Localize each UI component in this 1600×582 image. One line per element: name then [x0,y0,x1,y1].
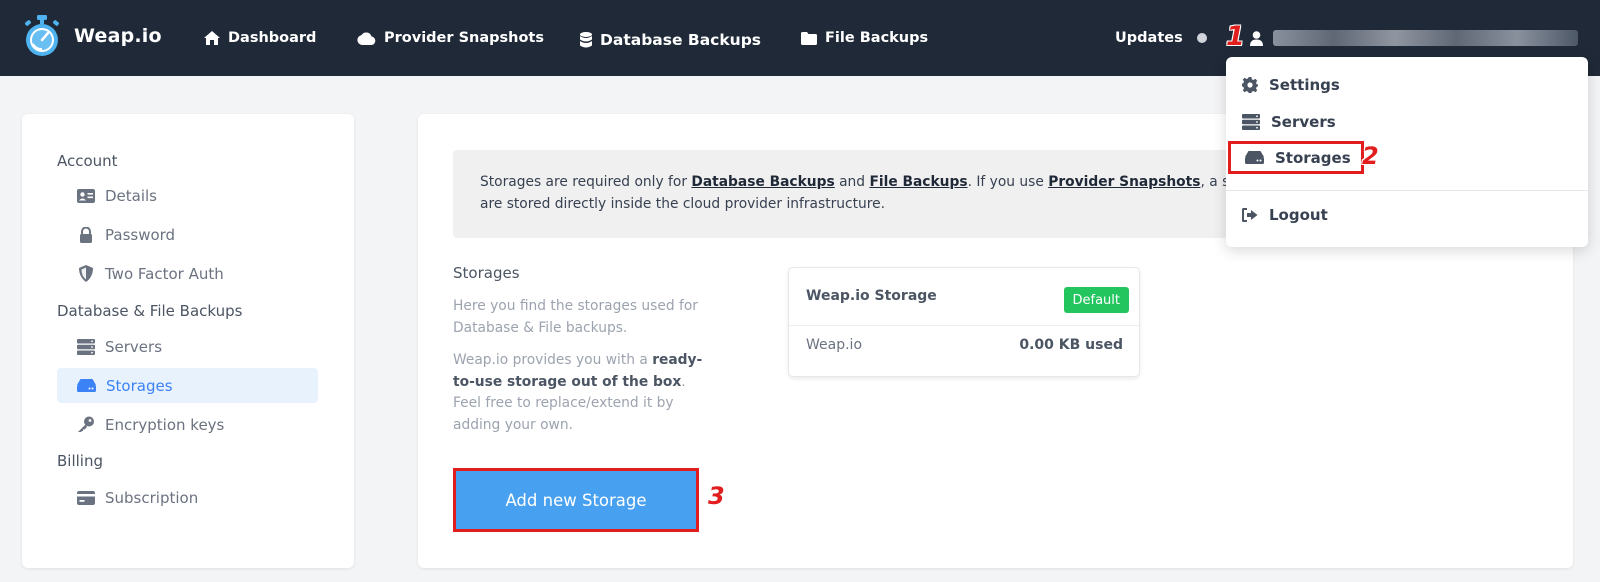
stopwatch-logo-icon [25,15,59,56]
info-link-database-backups[interactable]: Database Backups [691,174,834,190]
storage-card-usage: 0.00 KB used [1019,337,1123,353]
sidebar-item-label: Encryption keys [105,415,225,434]
storage-card[interactable]: Weap.io Storage Default Weap.io 0.00 KB … [788,267,1140,377]
storages-description-2: Weap.io provides you with a ready-to-use… [453,350,703,436]
nav-file-backups[interactable]: File Backups [801,0,928,76]
settings-sidebar: Account Details Password Two Factor Auth… [22,114,354,568]
nav-dashboard[interactable]: Dashboard [204,0,316,76]
info-text: . If you use [967,174,1049,190]
info-link-provider-snapshots[interactable]: Provider Snapshots [1048,174,1200,190]
sidebar-item-label: Servers [105,337,163,356]
servers-icon [1242,114,1260,130]
info-text: and [834,174,870,190]
sidebar-item-label: Subscription [105,488,199,507]
desc-text: Weap.io provides you with a [453,352,653,368]
sidebar-item-password[interactable]: Password [57,217,318,252]
info-link-file-backups[interactable]: File Backups [869,174,967,190]
nav-provider-snapshots[interactable]: Provider Snapshots [357,0,544,76]
menu-item-label: Logout [1269,206,1328,224]
menu-item-label: Storages [1275,148,1351,167]
brand-name: Weap.io [74,25,162,47]
storages-description: Here you find the storages used for Data… [453,298,698,336]
brand-logo-link[interactable]: Weap.io [22,14,162,58]
nav-dashboard-label: Dashboard [228,30,317,46]
storage-card-provider: Weap.io [806,337,863,353]
shield-icon [79,265,93,282]
nav-provider-snapshots-label: Provider Snapshots [384,30,544,46]
nav-file-backups-label: File Backups [825,30,929,46]
storage-icon [1245,151,1264,164]
lock-icon [80,226,92,243]
user-name-redacted [1273,30,1578,46]
updates-link[interactable]: Updates [1115,0,1207,76]
menu-item-settings[interactable]: Settings [1242,70,1340,100]
menu-item-label: Settings [1269,76,1340,94]
sidebar-heading-backups: Database & File Backups [57,302,243,320]
sidebar-item-label: Details [105,186,158,205]
gear-icon [1242,77,1258,93]
sidebar-item-servers[interactable]: Servers [57,329,318,364]
sidebar-item-label: Two Factor Auth [105,264,224,283]
menu-item-storages[interactable]: Storages [1228,141,1364,174]
sidebar-heading-billing: Billing [57,452,103,470]
user-menu-trigger[interactable] [1250,24,1578,52]
sidebar-heading-account: Account [57,152,118,170]
storage-icon [77,379,96,392]
menu-item-servers[interactable]: Servers [1242,107,1336,137]
storages-section-title: Storages [453,264,520,282]
default-badge: Default [1063,287,1129,313]
annotation-marker-1: 1 [1226,21,1245,52]
sidebar-item-two-factor-auth[interactable]: Two Factor Auth [57,256,318,291]
nav-database-backups-label: Database Backups [600,31,762,49]
user-dropdown-menu: Settings Servers Storages 2 Logout [1226,57,1588,247]
cloud-icon [357,31,376,45]
servers-icon [77,338,95,355]
menu-item-logout[interactable]: Logout [1242,200,1328,230]
add-new-storage-button[interactable]: Add new Storage [453,468,699,532]
sidebar-item-label: Storages [106,376,173,395]
info-text: Storages are required only for [480,174,692,190]
credit-card-icon [77,490,95,505]
sidebar-item-subscription[interactable]: Subscription [57,480,318,515]
annotation-marker-3: 3 [708,482,725,510]
annotation-marker-2: 2 [1362,142,1379,170]
user-icon [1250,30,1263,46]
id-card-icon [77,188,95,203]
storage-card-name: Weap.io Storage [806,288,937,304]
key-icon [78,416,94,432]
home-icon [204,31,220,45]
nav-database-backups[interactable]: Database Backups [580,2,761,78]
sidebar-item-details[interactable]: Details [57,178,318,213]
database-icon [580,32,592,48]
updates-status-dot [1196,33,1207,43]
menu-item-label: Servers [1271,113,1336,131]
logout-icon [1242,208,1258,222]
sidebar-item-encryption-keys[interactable]: Encryption keys [57,407,318,442]
menu-divider [1226,190,1588,191]
folder-icon [801,31,817,45]
updates-label: Updates [1115,30,1183,46]
sidebar-item-storages[interactable]: Storages [57,368,318,403]
sidebar-item-label: Password [105,225,176,244]
storage-card-divider [789,325,1139,326]
